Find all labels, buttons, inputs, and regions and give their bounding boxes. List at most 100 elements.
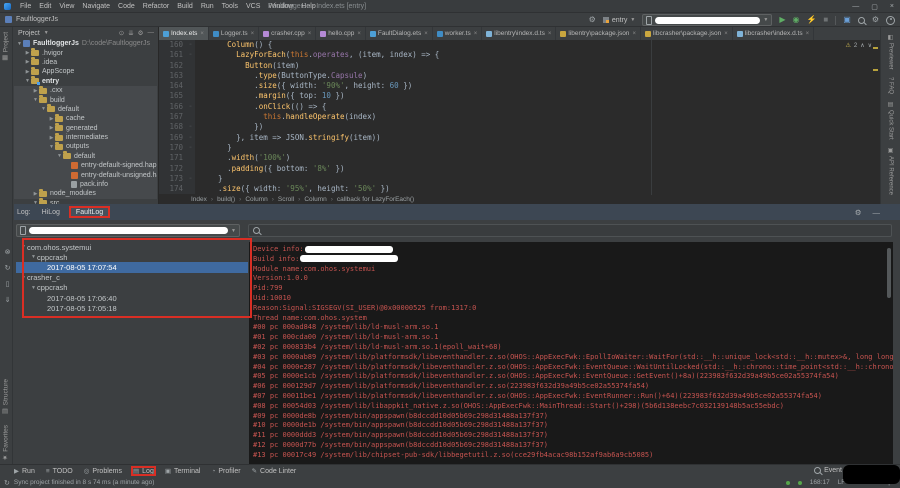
menu-file[interactable]: File [16, 3, 35, 10]
device-file-browser-button[interactable]: ▣ [843, 16, 851, 24]
tree-item[interactable]: pack.info [14, 180, 157, 189]
tree-item[interactable]: ▶.idea [14, 58, 157, 67]
api-reference-tab[interactable]: ▣API Reference [887, 147, 894, 195]
close-icon[interactable]: × [424, 31, 428, 37]
menu-run[interactable]: Run [197, 3, 218, 10]
tree-item[interactable]: ▶cache [14, 114, 157, 123]
faultlog-search-input[interactable] [248, 224, 892, 237]
fold-marker[interactable]: ◦ [186, 102, 195, 112]
tree-item[interactable]: ▶intermediates [14, 133, 157, 142]
maximize-button[interactable]: ▢ [871, 3, 878, 11]
profile-button[interactable] [886, 16, 895, 25]
menu-view[interactable]: View [55, 3, 78, 10]
collapse-all-icon[interactable]: ⇊ [128, 29, 133, 37]
editor-tab[interactable]: FaultDialog.ets× [366, 27, 433, 40]
breadcrumb-item[interactable]: Column [304, 196, 326, 203]
close-icon[interactable]: × [474, 31, 478, 37]
close-icon[interactable]: × [308, 31, 312, 37]
editor-tab[interactable]: libcrasher\index.d.ts× [733, 27, 814, 40]
menu-navigate[interactable]: Navigate [78, 3, 114, 10]
fold-marker[interactable]: ◦ [186, 143, 195, 153]
tree-item[interactable]: ▼entry [14, 77, 157, 86]
inspection-widget[interactable]: ⚠ 2 ∧ ∨ [845, 42, 872, 49]
fold-marker[interactable]: ◦ [186, 174, 195, 184]
tree-item[interactable]: ▼default [14, 105, 157, 114]
breadcrumb-item[interactable]: callback for LazyForEach() [337, 196, 414, 203]
run-tool-button[interactable]: ▶Run [14, 467, 35, 475]
tree-item[interactable]: entry-default-unsigned.hap [14, 170, 157, 179]
ide-settings-button[interactable]: ⚙ [872, 16, 879, 24]
run-button[interactable]: ▶ [779, 16, 785, 24]
breadcrumb-item[interactable]: Column [245, 196, 267, 203]
search-everywhere-button[interactable] [858, 17, 865, 24]
menu-code[interactable]: Code [114, 3, 139, 10]
close-icon[interactable]: × [548, 31, 552, 37]
editor-tab[interactable]: worker.ts× [433, 27, 483, 40]
close-icon[interactable]: × [632, 31, 636, 37]
export-log-icon[interactable]: ⇓ [5, 296, 11, 304]
faultlog-content[interactable]: Device info:Build info:Module name:com.o… [249, 242, 893, 464]
code-linter-tool-button[interactable]: ✎Code Linter [252, 467, 297, 475]
sidebar-item-project[interactable]: ▦ Project [2, 32, 10, 62]
todo-tool-button[interactable]: ≡TODO [46, 468, 73, 475]
menu-tools[interactable]: Tools [218, 3, 242, 10]
device-selector[interactable]: ▼ [642, 14, 772, 26]
editor-tab[interactable]: Index.ets× [159, 27, 209, 40]
faultlog-scrollbar[interactable] [887, 248, 891, 298]
tree-item[interactable]: ▼default [14, 152, 157, 161]
close-icon[interactable]: × [806, 31, 810, 37]
next-warning-icon[interactable]: ∨ [868, 42, 872, 49]
debug-button[interactable]: ◉ [792, 16, 799, 24]
event-log-button[interactable]: Event [814, 467, 842, 474]
hide-faultlog-icon[interactable]: — [873, 208, 881, 217]
prev-warning-icon[interactable]: ∧ [860, 42, 864, 49]
faultlog-device-selector[interactable]: ▼ [16, 224, 240, 237]
editor-tab[interactable]: libcrasher\package.json× [641, 27, 733, 40]
menu-refactor[interactable]: Refactor [139, 3, 173, 10]
attach-debugger-button[interactable]: ⚡ [806, 16, 816, 24]
previewer-tab[interactable]: ◧Previewer [887, 34, 894, 70]
tree-item[interactable]: ▼FaultloggerJsD:\code\FaultloggerJs [14, 39, 157, 48]
close-icon[interactable]: × [724, 31, 728, 37]
locate-icon[interactable]: ⊙ [119, 29, 124, 37]
fold-marker[interactable]: ◦ [186, 122, 195, 132]
faultlog-tree-item[interactable]: 2017-08-05 17:05:18 [16, 303, 248, 313]
tree-item[interactable]: ▶generated [14, 124, 157, 133]
tree-item[interactable]: entry-default-signed.hap [14, 161, 157, 170]
quick-start-tab[interactable]: ▤Quick Start [887, 101, 894, 140]
faultlog-tree-item[interactable]: 2017-08-05 17:07:54 [16, 262, 248, 272]
breadcrumb-item[interactable]: Index [191, 196, 207, 203]
faultlog-tree-item[interactable]: ▼cppcrash [16, 252, 248, 262]
tree-item[interactable]: ▶.cxx [14, 86, 157, 95]
structure-tool-button[interactable]: ▤Structure [2, 379, 10, 415]
faultlog-tree-item[interactable]: 2017-08-05 17:06:40 [16, 293, 248, 303]
tree-item[interactable]: ▶.hvigor [14, 48, 157, 57]
editor-tab[interactable]: libentry\index.d.ts× [482, 27, 556, 40]
fold-marker[interactable]: ◦ [186, 133, 195, 143]
tree-item[interactable]: ▼build [14, 95, 157, 104]
fold-marker[interactable]: ◦ [186, 50, 195, 60]
editor-tab[interactable]: crasher.cpp× [259, 27, 316, 40]
refresh-faultlog-icon[interactable]: ↻ [5, 264, 11, 272]
close-button[interactable]: × [890, 3, 894, 10]
editor-tab[interactable]: hello.cpp× [316, 27, 366, 40]
terminal-tool-button[interactable]: ▣Terminal [165, 467, 201, 475]
faultlog-settings-icon[interactable]: ⚙ [855, 208, 862, 217]
device-icon[interactable]: ▯ [6, 280, 10, 288]
close-icon[interactable]: × [200, 31, 204, 37]
tree-item[interactable]: ▶node_modules [14, 189, 157, 198]
breadcrumb-item[interactable]: Scroll [278, 196, 294, 203]
menu-build[interactable]: Build [173, 3, 197, 10]
tab-hilog[interactable]: HiLog [37, 207, 65, 217]
editor-tab[interactable]: Logger.ts× [209, 27, 259, 40]
faq-tab[interactable]: ?FAQ [888, 77, 894, 94]
editor-tab[interactable]: libentry\package.json× [556, 27, 641, 40]
tree-item[interactable]: ▼outputs [14, 142, 157, 151]
close-icon[interactable]: × [251, 31, 255, 37]
menu-vcs[interactable]: VCS [242, 3, 264, 10]
panel-settings-icon[interactable]: ⚙ [138, 29, 144, 37]
menu-edit[interactable]: Edit [35, 3, 55, 10]
favorites-tool-button[interactable]: ★Favorites [2, 425, 10, 462]
breadcrumb-item[interactable]: build() [217, 196, 235, 203]
faultlog-tree-item[interactable]: ▼crasher_c [16, 273, 248, 283]
